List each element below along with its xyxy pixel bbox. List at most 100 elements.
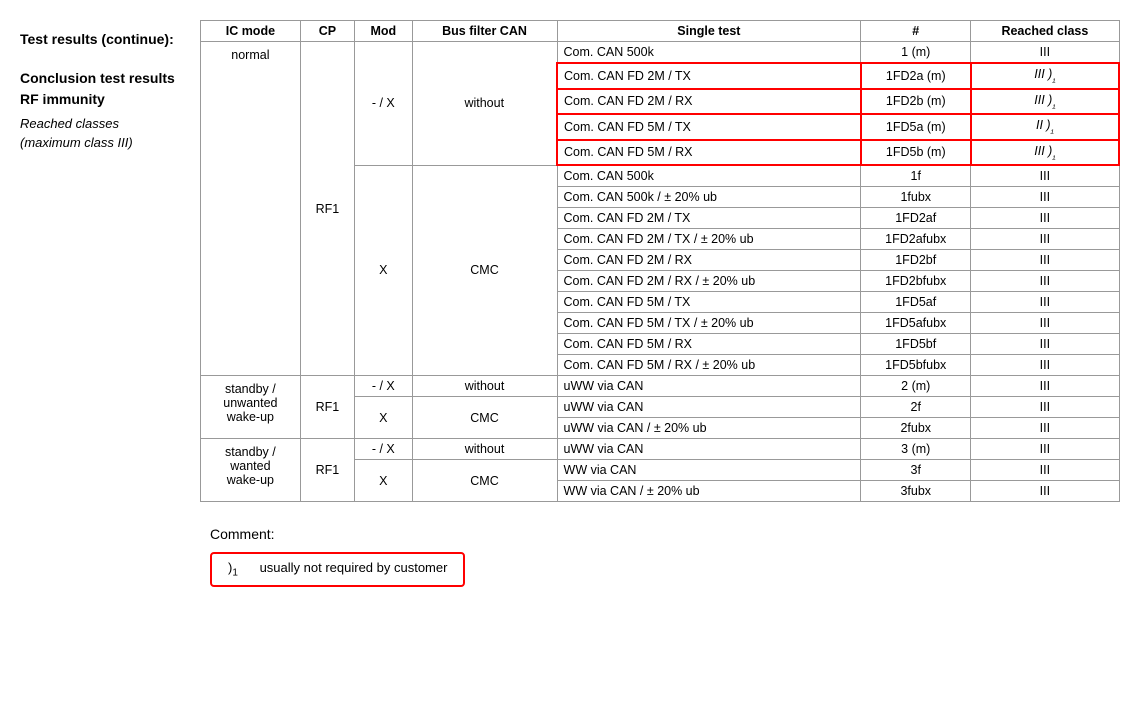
cell-hash: 2fubx — [861, 418, 971, 439]
right-panel: IC mode CP Mod Bus filter CAN Single tes… — [200, 20, 1120, 587]
cell-reached-class: III — [971, 250, 1119, 271]
cell-single-test: Com. CAN FD 2M / TX — [557, 63, 861, 89]
cell-reached-class: III — [971, 292, 1119, 313]
cell-hash: 3f — [861, 460, 971, 481]
cell-single-test: Com. CAN 500k / ± 20% ub — [557, 187, 861, 208]
col-hash: # — [861, 21, 971, 42]
table-row: standby / wanted wake-upRF1- / Xwithoutu… — [201, 439, 1120, 460]
cell-reached-class: III — [971, 418, 1119, 439]
cell-bus-filter: without — [412, 439, 557, 460]
comment-text: )1 usually not required by customer — [228, 560, 447, 575]
cell-single-test: Com. CAN FD 5M / RX / ± 20% ub — [557, 355, 861, 376]
cell-hash: 2 (m) — [861, 376, 971, 397]
cell-hash: 1FD2afubx — [861, 229, 971, 250]
col-bus-filter: Bus filter CAN — [412, 21, 557, 42]
cell-reached-class: III — [971, 481, 1119, 502]
cell-single-test: Com. CAN FD 2M / RX — [557, 89, 861, 115]
cell-single-test: Com. CAN FD 2M / TX / ± 20% ub — [557, 229, 861, 250]
cell-hash: 1FD5b (m) — [861, 140, 971, 166]
cell-mod: X — [355, 397, 412, 439]
cell-hash: 1FD5a (m) — [861, 114, 971, 140]
comment-box: )1 usually not required by customer — [210, 552, 465, 587]
cell-reached-class: III )₁ — [971, 89, 1119, 115]
col-single-test: Single test — [557, 21, 861, 42]
cell-hash: 1FD5bf — [861, 334, 971, 355]
cell-hash: 1FD2bfubx — [861, 271, 971, 292]
cell-hash: 1FD2bf — [861, 250, 971, 271]
cell-cp: RF1 — [300, 42, 354, 376]
cell-single-test: Com. CAN FD 2M / TX — [557, 208, 861, 229]
results-table: IC mode CP Mod Bus filter CAN Single tes… — [200, 20, 1120, 502]
cell-reached-class: II )₁ — [971, 114, 1119, 140]
cell-reached-class: III — [971, 208, 1119, 229]
cell-single-test: uWW via CAN — [557, 397, 861, 418]
cell-bus-filter: without — [412, 376, 557, 397]
cell-cp: RF1 — [300, 376, 354, 439]
comment-section: Comment: )1 usually not required by cust… — [210, 526, 1120, 587]
cell-single-test: Com. CAN 500k — [557, 42, 861, 64]
cell-hash: 3 (m) — [861, 439, 971, 460]
cell-single-test: WW via CAN — [557, 460, 861, 481]
cell-single-test: WW via CAN / ± 20% ub — [557, 481, 861, 502]
cell-reached-class: III — [971, 355, 1119, 376]
cell-single-test: uWW via CAN / ± 20% ub — [557, 418, 861, 439]
cell-single-test: Com. CAN FD 5M / RX — [557, 334, 861, 355]
cell-hash: 3fubx — [861, 481, 971, 502]
cell-single-test: Com. CAN FD 5M / TX — [557, 292, 861, 313]
cell-reached-class: III — [971, 376, 1119, 397]
cell-reached-class: III — [971, 165, 1119, 187]
cell-hash: 1FD2af — [861, 208, 971, 229]
cell-cp: RF1 — [300, 439, 354, 502]
comment-label: Comment: — [210, 526, 1120, 542]
left-panel: Test results (continue): Conclusion test… — [20, 20, 180, 587]
cell-single-test: uWW via CAN — [557, 376, 861, 397]
cell-single-test: Com. CAN FD 5M / TX / ± 20% ub — [557, 313, 861, 334]
conclusion-title: Conclusion test results RF immunity — [20, 68, 180, 110]
cell-reached-class: III — [971, 334, 1119, 355]
cell-hash: 1 (m) — [861, 42, 971, 64]
cell-hash: 1FD5afubx — [861, 313, 971, 334]
cell-mod: - / X — [355, 42, 412, 166]
cell-ic-mode: standby / unwanted wake-up — [201, 376, 301, 439]
cell-reached-class: III — [971, 460, 1119, 481]
cell-hash: 2f — [861, 397, 971, 418]
cell-ic-mode: normal — [201, 42, 301, 376]
cell-hash: 1fubx — [861, 187, 971, 208]
cell-reached-class: III — [971, 271, 1119, 292]
col-cp: CP — [300, 21, 354, 42]
cell-mod: - / X — [355, 439, 412, 460]
page-container: Test results (continue): Conclusion test… — [20, 20, 1120, 587]
cell-bus-filter: CMC — [412, 397, 557, 439]
cell-reached-class: III — [971, 42, 1119, 64]
cell-reached-class: III — [971, 229, 1119, 250]
cell-reached-class: III — [971, 313, 1119, 334]
cell-hash: 1FD2b (m) — [861, 89, 971, 115]
cell-reached-class: III — [971, 439, 1119, 460]
cell-mod: X — [355, 165, 412, 376]
cell-mod: X — [355, 460, 412, 502]
table-row: normalRF1- / XwithoutCom. CAN 500k1 (m)I… — [201, 42, 1120, 64]
cell-single-test: Com. CAN FD 5M / TX — [557, 114, 861, 140]
cell-bus-filter: without — [412, 42, 557, 166]
cell-mod: - / X — [355, 376, 412, 397]
cell-single-test: Com. CAN 500k — [557, 165, 861, 187]
cell-single-test: uWW via CAN — [557, 439, 861, 460]
cell-single-test: Com. CAN FD 5M / RX — [557, 140, 861, 166]
cell-reached-class: III )₁ — [971, 140, 1119, 166]
col-mod: Mod — [355, 21, 412, 42]
reached-label: Reached classes (maximum class III) — [20, 114, 180, 153]
table-row: standby / unwanted wake-upRF1- / Xwithou… — [201, 376, 1120, 397]
cell-hash: 1f — [861, 165, 971, 187]
cell-hash: 1FD5af — [861, 292, 971, 313]
cell-single-test: Com. CAN FD 2M / RX — [557, 250, 861, 271]
page-title: Test results (continue): — [20, 30, 180, 50]
cell-reached-class: III — [971, 397, 1119, 418]
cell-reached-class: III — [971, 187, 1119, 208]
cell-ic-mode: standby / wanted wake-up — [201, 439, 301, 502]
cell-bus-filter: CMC — [412, 460, 557, 502]
cell-hash: 1FD2a (m) — [861, 63, 971, 89]
col-ic-mode: IC mode — [201, 21, 301, 42]
cell-reached-class: III )₁ — [971, 63, 1119, 89]
cell-bus-filter: CMC — [412, 165, 557, 376]
cell-hash: 1FD5bfubx — [861, 355, 971, 376]
